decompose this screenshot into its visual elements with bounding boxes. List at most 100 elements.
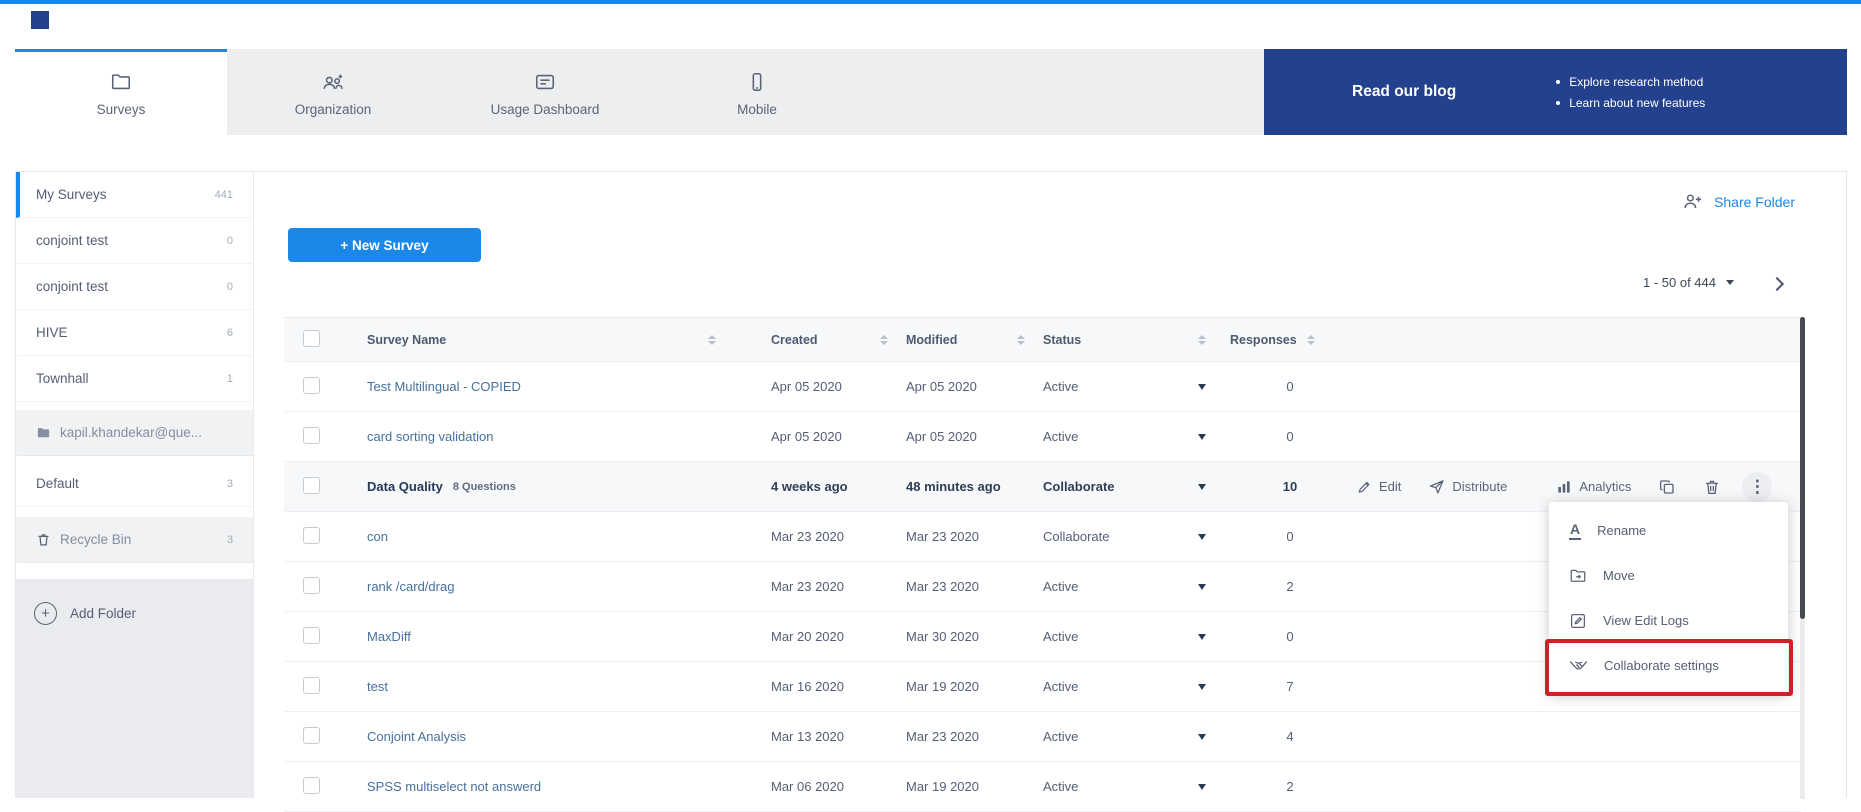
menu-item-label: Rename xyxy=(1597,523,1646,538)
sidebar-item-recycle-bin[interactable]: Recycle Bin 3 xyxy=(16,517,253,563)
more-options-button[interactable]: ⋮ xyxy=(1742,472,1772,502)
survey-name-link[interactable]: con xyxy=(367,529,388,544)
next-page-button[interactable] xyxy=(1767,275,1789,293)
bar-chart-icon xyxy=(1556,479,1572,495)
header-survey-name[interactable]: Survey Name xyxy=(350,333,771,347)
modified-value: Mar 23 2020 xyxy=(906,529,979,544)
tab-mobile[interactable]: Mobile xyxy=(651,49,863,135)
sidebar-item-townhall[interactable]: Townhall 1 xyxy=(16,356,253,402)
status-value: Active xyxy=(1043,679,1078,694)
sidebar-item-shared-folder[interactable]: kapil.khandekar@que... xyxy=(16,410,253,456)
status-value: Active xyxy=(1043,579,1078,594)
table-row: SPSS multiselect not answerd Mar 06 2020… xyxy=(284,762,1801,812)
read-our-blog-link[interactable]: Read our blog xyxy=(1352,83,1456,101)
share-folder-button[interactable]: Share Folder xyxy=(1682,192,1795,211)
sidebar-footer: + Add Folder xyxy=(16,579,253,798)
bullet-text: Explore research method xyxy=(1569,75,1703,89)
responses-value: 4 xyxy=(1286,729,1293,744)
row-checkbox[interactable] xyxy=(303,777,320,794)
status-dropdown-caret[interactable] xyxy=(1198,534,1206,540)
tab-organization[interactable]: Organization xyxy=(227,49,439,135)
sort-icon[interactable] xyxy=(880,335,888,345)
add-folder-button[interactable]: + Add Folder xyxy=(16,591,253,636)
sort-icon[interactable] xyxy=(1307,335,1315,345)
row-checkbox[interactable] xyxy=(303,427,320,444)
status-dropdown-caret[interactable] xyxy=(1198,734,1206,740)
status-dropdown-caret[interactable] xyxy=(1198,634,1206,640)
status-dropdown-caret[interactable] xyxy=(1198,484,1206,490)
modified-value: Mar 23 2020 xyxy=(906,729,979,744)
status-value: Active xyxy=(1043,729,1078,744)
row-checkbox[interactable] xyxy=(303,627,320,644)
menu-item-rename[interactable]: A Rename xyxy=(1549,508,1788,553)
responses-value: 7 xyxy=(1286,679,1293,694)
survey-name-link[interactable]: Conjoint Analysis xyxy=(367,729,466,744)
menu-item-label: View Edit Logs xyxy=(1603,613,1689,628)
chevron-right-icon xyxy=(1770,277,1784,291)
bullet-dot xyxy=(1556,101,1560,105)
created-value: Mar 13 2020 xyxy=(771,729,844,744)
status-dropdown-caret[interactable] xyxy=(1198,784,1206,790)
sort-icon[interactable] xyxy=(708,335,716,345)
status-dropdown-caret[interactable] xyxy=(1198,434,1206,440)
header-modified[interactable]: Modified xyxy=(906,333,1043,347)
row-checkbox[interactable] xyxy=(303,577,320,594)
survey-list-panel: Share Folder + New Survey 1 - 50 of 444 … xyxy=(254,172,1846,798)
survey-name-link[interactable]: Test Multilingual - COPIED xyxy=(367,379,521,394)
survey-name-link[interactable]: rank /card/drag xyxy=(367,579,454,594)
survey-name-link[interactable]: Data Quality xyxy=(367,479,443,494)
survey-name-link[interactable]: MaxDiff xyxy=(367,629,411,644)
distribute-button[interactable]: Distribute xyxy=(1428,478,1507,495)
survey-name-link[interactable]: SPSS multiselect not answerd xyxy=(367,779,541,794)
edit-label: Edit xyxy=(1379,479,1401,494)
tab-surveys[interactable]: Surveys xyxy=(15,49,227,135)
distribute-label: Distribute xyxy=(1452,479,1507,494)
menu-item-view-edit-logs[interactable]: View Edit Logs xyxy=(1549,598,1788,643)
row-checkbox[interactable] xyxy=(303,527,320,544)
sidebar-item-default[interactable]: Default 3 xyxy=(16,461,253,507)
created-value: Mar 16 2020 xyxy=(771,679,844,694)
survey-name-link[interactable]: test xyxy=(367,679,388,694)
sidebar-item-hive[interactable]: HIVE 6 xyxy=(16,310,253,356)
scrollbar-thumb[interactable] xyxy=(1800,317,1805,619)
responses-value: 0 xyxy=(1286,379,1293,394)
row-checkbox[interactable] xyxy=(303,727,320,744)
edit-button[interactable]: Edit xyxy=(1356,479,1401,495)
select-all-checkbox[interactable] xyxy=(303,330,320,347)
dashboard-icon xyxy=(534,71,556,93)
status-value: Active xyxy=(1043,429,1078,444)
menu-item-move[interactable]: Move xyxy=(1549,553,1788,598)
folder-count: 3 xyxy=(227,534,233,546)
survey-name-link[interactable]: card sorting validation xyxy=(367,429,493,444)
folder-count: 0 xyxy=(227,235,233,247)
row-checkbox[interactable] xyxy=(303,477,320,494)
modified-value: 48 minutes ago xyxy=(906,479,1001,494)
status-dropdown-caret[interactable] xyxy=(1198,384,1206,390)
table-row: Test Multilingual - COPIED Apr 05 2020 A… xyxy=(284,362,1801,412)
sort-icon[interactable] xyxy=(1198,335,1206,345)
responses-value: 0 xyxy=(1286,629,1293,644)
header-responses[interactable]: Responses xyxy=(1230,333,1350,347)
status-dropdown-caret[interactable] xyxy=(1198,584,1206,590)
sidebar-item-conjoint-test-2[interactable]: conjoint test 0 xyxy=(16,264,253,310)
sort-icon[interactable] xyxy=(1017,335,1025,345)
header-created[interactable]: Created xyxy=(771,333,906,347)
status-dropdown-caret[interactable] xyxy=(1198,684,1206,690)
main-nav: Surveys Organization Usage Dashboard xyxy=(15,49,1847,135)
modified-value: Mar 19 2020 xyxy=(906,679,979,694)
delete-icon[interactable] xyxy=(1703,478,1721,496)
menu-item-collaborate-settings[interactable]: Collaborate settings xyxy=(1549,643,1788,688)
sidebar-item-my-surveys[interactable]: My Surveys 441 xyxy=(16,172,253,218)
analytics-button[interactable]: Analytics xyxy=(1556,479,1631,495)
tab-usage-dashboard[interactable]: Usage Dashboard xyxy=(439,49,651,135)
pagination-dropdown[interactable]: 1 - 50 of 444 xyxy=(1643,275,1734,290)
header-status[interactable]: Status xyxy=(1043,333,1230,347)
new-survey-button[interactable]: + New Survey xyxy=(288,228,481,262)
row-checkbox[interactable] xyxy=(303,377,320,394)
folder-label: kapil.khandekar@que... xyxy=(60,425,202,440)
created-value: Mar 23 2020 xyxy=(771,529,844,544)
copy-icon[interactable] xyxy=(1658,478,1676,496)
sidebar-item-conjoint-test-1[interactable]: conjoint test 0 xyxy=(16,218,253,264)
table-header-row: Survey Name Created Modified Status Resp… xyxy=(284,317,1801,362)
row-checkbox[interactable] xyxy=(303,677,320,694)
